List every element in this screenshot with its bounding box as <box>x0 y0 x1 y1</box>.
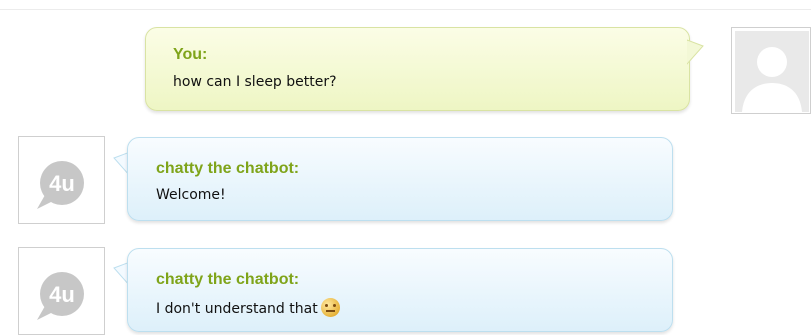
bot-avatar: 4u <box>18 136 105 224</box>
user-bubble-tail <box>687 39 704 65</box>
message-line: I don't understand that <box>156 298 340 317</box>
bot-message-bubble: chatty the chatbot: Welcome! <box>127 137 673 221</box>
user-avatar <box>731 27 811 114</box>
message-text: how can I sleep better? <box>173 74 337 90</box>
message-speaker: chatty the chatbot: <box>156 160 300 177</box>
bot-message-bubble: chatty the chatbot: I don't understand t… <box>127 248 673 332</box>
bot-avatar-text: 4u <box>49 171 75 196</box>
bot-4u-icon: 4u <box>37 161 84 209</box>
message-speaker: You: <box>173 46 208 63</box>
message-text: I don't understand that <box>156 301 318 317</box>
bot-avatar: 4u <box>18 247 105 335</box>
default-user-silhouette-icon <box>735 31 809 112</box>
top-divider <box>0 9 811 10</box>
user-message-bubble: You: how can I sleep better? <box>145 27 690 111</box>
bot-4u-icon: 4u <box>37 272 84 320</box>
message-text: Welcome! <box>156 187 226 203</box>
confused-face-emoji <box>320 298 340 317</box>
bot-avatar-text: 4u <box>49 282 75 307</box>
message-speaker: chatty the chatbot: <box>156 271 300 288</box>
